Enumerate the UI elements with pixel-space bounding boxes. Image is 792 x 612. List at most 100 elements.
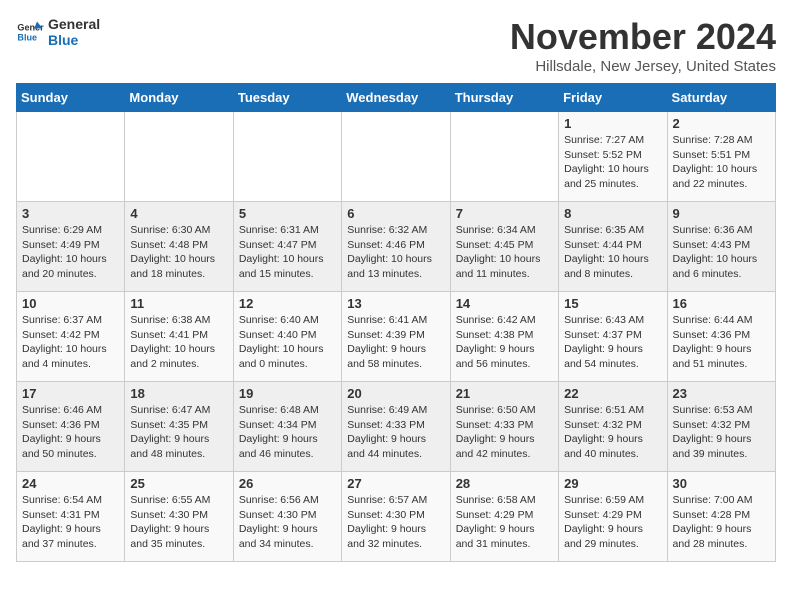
day-info: Sunrise: 6:34 AM Sunset: 4:45 PM Dayligh… [456,223,553,282]
calendar-cell: 29 Sunrise: 6:59 AM Sunset: 4:29 PM Dayli… [559,472,667,562]
day-number: 8 [564,206,661,221]
day-info: Sunrise: 6:31 AM Sunset: 4:47 PM Dayligh… [239,223,336,282]
day-info: Sunrise: 6:41 AM Sunset: 4:39 PM Dayligh… [347,313,444,372]
day-number: 28 [456,476,553,491]
day-of-week-header: Thursday [450,84,558,112]
calendar-cell: 8 Sunrise: 6:35 AM Sunset: 4:44 PM Daylig… [559,202,667,292]
calendar-cell: 28 Sunrise: 6:58 AM Sunset: 4:29 PM Dayli… [450,472,558,562]
day-info: Sunrise: 6:46 AM Sunset: 4:36 PM Dayligh… [22,403,119,462]
day-info: Sunrise: 6:47 AM Sunset: 4:35 PM Dayligh… [130,403,227,462]
calendar-cell: 27Sunrise: 6:57 AM Sunset: 4:30 PM Dayli… [342,472,450,562]
calendar-cell: 25Sunrise: 6:55 AM Sunset: 4:30 PM Dayli… [125,472,233,562]
calendar-cell: 12 Sunrise: 6:40 AM Sunset: 4:40 PM Dayli… [233,292,341,382]
day-info: Sunrise: 7:00 AM Sunset: 4:28 PM Dayligh… [673,493,770,552]
day-number: 15 [564,296,661,311]
calendar-cell [17,112,125,202]
day-info: Sunrise: 6:36 AM Sunset: 4:43 PM Dayligh… [673,223,770,282]
day-info: Sunrise: 6:44 AM Sunset: 4:36 PM Dayligh… [673,313,770,372]
calendar-cell: 19 Sunrise: 6:48 AM Sunset: 4:34 PM Dayli… [233,382,341,472]
day-info: Sunrise: 6:49 AM Sunset: 4:33 PM Dayligh… [347,403,444,462]
calendar-cell: 23 Sunrise: 6:53 AM Sunset: 4:32 PM Dayli… [667,382,775,472]
day-number: 25 [130,476,227,491]
day-info: Sunrise: 6:51 AM Sunset: 4:32 PM Dayligh… [564,403,661,462]
calendar-cell: 21 Sunrise: 6:50 AM Sunset: 4:33 PM Dayli… [450,382,558,472]
day-of-week-header: Sunday [17,84,125,112]
day-of-week-header: Tuesday [233,84,341,112]
calendar-cell: 11 Sunrise: 6:38 AM Sunset: 4:41 PM Dayli… [125,292,233,382]
header: General Blue General Blue November 2024 … [16,16,776,75]
calendar-cell: 15 Sunrise: 6:43 AM Sunset: 4:37 PM Dayli… [559,292,667,382]
day-number: 3 [22,206,119,221]
day-info: Sunrise: 6:42 AM Sunset: 4:38 PM Dayligh… [456,313,553,372]
month-title: November 2024 [510,16,776,58]
day-of-week-header: Monday [125,84,233,112]
day-number: 17 [22,386,119,401]
day-number: 26 [239,476,336,491]
day-number: 18 [130,386,227,401]
day-number: 20 [347,386,444,401]
day-number: 14 [456,296,553,311]
day-number: 24 [22,476,119,491]
day-number: 13 [347,296,444,311]
calendar-cell: 20 Sunrise: 6:49 AM Sunset: 4:33 PM Dayli… [342,382,450,472]
day-info: Sunrise: 7:28 AM Sunset: 5:51 PM Dayligh… [673,133,770,192]
day-info: Sunrise: 7:27 AM Sunset: 5:52 PM Dayligh… [564,133,661,192]
day-number: 23 [673,386,770,401]
day-info: Sunrise: 6:40 AM Sunset: 4:40 PM Dayligh… [239,313,336,372]
calendar-cell: 18 Sunrise: 6:47 AM Sunset: 4:35 PM Dayli… [125,382,233,472]
day-info: Sunrise: 6:43 AM Sunset: 4:37 PM Dayligh… [564,313,661,372]
day-number: 10 [22,296,119,311]
calendar-cell [125,112,233,202]
svg-text:Blue: Blue [17,32,37,42]
day-info: Sunrise: 6:37 AM Sunset: 4:42 PM Dayligh… [22,313,119,372]
day-of-week-header: Friday [559,84,667,112]
calendar-cell: 30Sunrise: 7:00 AM Sunset: 4:28 PM Dayli… [667,472,775,562]
day-of-week-header: Saturday [667,84,775,112]
logo-icon: General Blue [16,18,44,46]
day-number: 21 [456,386,553,401]
calendar-cell: 24 Sunrise: 6:54 AM Sunset: 4:31 PM Dayli… [17,472,125,562]
day-info: Sunrise: 6:56 AM Sunset: 4:30 PM Dayligh… [239,493,336,552]
calendar-cell: 4 Sunrise: 6:30 AM Sunset: 4:48 PM Daylig… [125,202,233,292]
day-number: 27 [347,476,444,491]
day-info: Sunrise: 6:35 AM Sunset: 4:44 PM Dayligh… [564,223,661,282]
day-info: Sunrise: 6:30 AM Sunset: 4:48 PM Dayligh… [130,223,227,282]
day-info: Sunrise: 6:32 AM Sunset: 4:46 PM Dayligh… [347,223,444,282]
day-number: 9 [673,206,770,221]
logo-blue: Blue [48,32,100,48]
day-number: 12 [239,296,336,311]
day-number: 4 [130,206,227,221]
day-number: 6 [347,206,444,221]
day-info: Sunrise: 6:59 AM Sunset: 4:29 PM Dayligh… [564,493,661,552]
day-number: 29 [564,476,661,491]
title-block: November 2024 Hillsdale, New Jersey, Uni… [510,16,776,75]
calendar-body: 1Sunrise: 7:27 AM Sunset: 5:52 PM Daylig… [17,112,776,562]
day-number: 19 [239,386,336,401]
calendar-cell: 7Sunrise: 6:34 AM Sunset: 4:45 PM Daylig… [450,202,558,292]
day-info: Sunrise: 6:48 AM Sunset: 4:34 PM Dayligh… [239,403,336,462]
day-info: Sunrise: 6:50 AM Sunset: 4:33 PM Dayligh… [456,403,553,462]
day-info: Sunrise: 6:58 AM Sunset: 4:29 PM Dayligh… [456,493,553,552]
day-of-week-header: Wednesday [342,84,450,112]
day-info: Sunrise: 6:53 AM Sunset: 4:32 PM Dayligh… [673,403,770,462]
calendar-cell: 16 Sunrise: 6:44 AM Sunset: 4:36 PM Dayli… [667,292,775,382]
calendar-header: SundayMondayTuesdayWednesdayThursdayFrid… [17,84,776,112]
calendar-cell: 3 Sunrise: 6:29 AM Sunset: 4:49 PM Daylig… [17,202,125,292]
calendar-cell: 2Sunrise: 7:28 AM Sunset: 5:51 PM Daylig… [667,112,775,202]
calendar-cell: 6 Sunrise: 6:32 AM Sunset: 4:46 PM Daylig… [342,202,450,292]
calendar-cell: 26 Sunrise: 6:56 AM Sunset: 4:30 PM Dayli… [233,472,341,562]
day-info: Sunrise: 6:29 AM Sunset: 4:49 PM Dayligh… [22,223,119,282]
logo-general: General [48,16,100,32]
calendar-cell [450,112,558,202]
day-number: 16 [673,296,770,311]
location-title: Hillsdale, New Jersey, United States [510,58,776,75]
calendar-cell [342,112,450,202]
calendar-cell [233,112,341,202]
day-info: Sunrise: 6:38 AM Sunset: 4:41 PM Dayligh… [130,313,227,372]
calendar-cell: 17 Sunrise: 6:46 AM Sunset: 4:36 PM Dayli… [17,382,125,472]
calendar-cell: 10 Sunrise: 6:37 AM Sunset: 4:42 PM Dayli… [17,292,125,382]
calendar-cell: 9 Sunrise: 6:36 AM Sunset: 4:43 PM Daylig… [667,202,775,292]
day-info: Sunrise: 6:54 AM Sunset: 4:31 PM Dayligh… [22,493,119,552]
calendar-cell: 13 Sunrise: 6:41 AM Sunset: 4:39 PM Dayli… [342,292,450,382]
day-number: 11 [130,296,227,311]
